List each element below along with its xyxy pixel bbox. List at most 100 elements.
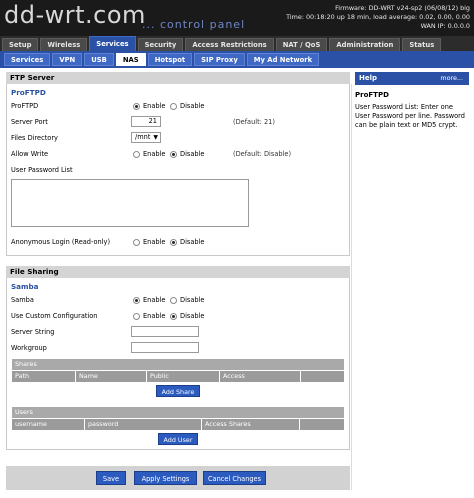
- shares-col-name: Name: [76, 371, 146, 382]
- disable-label: Disable: [180, 296, 205, 304]
- file-sharing-section-title: File Sharing: [6, 266, 350, 278]
- add-user-wrap: Add User: [12, 433, 344, 445]
- shares-col-public: Public: [147, 371, 219, 382]
- samba-disable-radio[interactable]: Disable: [170, 296, 204, 304]
- anonymous-login-row: Anonymous Login (Read-only) Enable Disab…: [7, 235, 349, 251]
- workgroup-row: Workgroup: [7, 341, 349, 357]
- wan-ip: WAN IP: 0.0.0.0: [420, 22, 470, 30]
- ftp-fieldset: ProFTPD ProFTPD Enable Disable Server Po…: [6, 84, 350, 256]
- radio-unselected-icon: [170, 296, 177, 304]
- shares-col-path: Path: [12, 371, 75, 382]
- tab-status[interactable]: Status: [402, 38, 442, 51]
- radio-selected-icon: [170, 150, 177, 158]
- cancel-changes-button[interactable]: Cancel Changes: [203, 471, 266, 485]
- allow-write-enable-radio[interactable]: Enable: [133, 150, 165, 158]
- subtab-my-ad-network[interactable]: My Ad Network: [246, 53, 320, 66]
- radio-unselected-icon: [133, 238, 140, 246]
- custom-config-label: Use Custom Configuration: [11, 312, 98, 320]
- header: dd-wrt.com ... control panel Firmware: D…: [0, 0, 474, 36]
- apply-settings-button[interactable]: Apply Settings: [134, 471, 197, 485]
- samba-label: Samba: [11, 296, 34, 304]
- tab-nat-qos[interactable]: NAT / QoS: [275, 38, 328, 51]
- proftpd-disable-radio[interactable]: Disable: [170, 102, 204, 110]
- help-more-link[interactable]: more...: [440, 72, 463, 85]
- shares-header: Shares: [12, 359, 344, 370]
- shares-column-headers: Path Name Public Access: [12, 371, 344, 382]
- workgroup-input[interactable]: [131, 342, 199, 353]
- subtab-vpn[interactable]: VPN: [52, 53, 83, 66]
- footer-bar: Save Apply Settings Cancel Changes: [6, 466, 350, 490]
- tab-wireless[interactable]: Wireless: [40, 38, 88, 51]
- samba-enable-radio[interactable]: Enable: [133, 296, 165, 304]
- subtab-nas[interactable]: NAS: [115, 53, 146, 66]
- server-string-label: Server String: [11, 328, 55, 336]
- logo-subtitle: ... control panel: [142, 18, 246, 31]
- users-column-headers: username password Access Shares: [12, 419, 344, 430]
- main-tab-bar: Setup Wireless Services Security Access …: [0, 36, 474, 51]
- server-string-row: Server String: [7, 325, 349, 341]
- save-button[interactable]: Save: [96, 471, 126, 485]
- anonymous-enable-radio[interactable]: Enable: [133, 238, 165, 246]
- user-password-textarea[interactable]: [11, 179, 249, 227]
- tab-access-restrictions[interactable]: Access Restrictions: [185, 38, 274, 51]
- add-share-wrap: Add Share: [12, 385, 344, 397]
- shares-table: Shares Path Name Public Access Add Share: [12, 359, 344, 397]
- subtab-sip-proxy[interactable]: SIP Proxy: [194, 53, 245, 66]
- help-section-title: ProFTPD: [355, 91, 389, 99]
- help-divider: [351, 84, 352, 490]
- shares-col-actions: [301, 371, 344, 382]
- radio-selected-icon: [133, 102, 140, 110]
- tab-services[interactable]: Services: [89, 36, 136, 51]
- help-title: Help: [359, 74, 378, 82]
- users-header: Users: [12, 407, 344, 418]
- radio-unselected-icon: [133, 150, 140, 158]
- add-user-button[interactable]: Add User: [157, 433, 199, 445]
- tab-security[interactable]: Security: [137, 38, 184, 51]
- shares-col-access: Access: [220, 371, 300, 382]
- allow-write-default: (Default: Disable): [233, 150, 292, 158]
- enable-label: Enable: [143, 312, 166, 320]
- help-header: Help more...: [355, 72, 469, 85]
- allow-write-label: Allow Write: [11, 150, 49, 158]
- router-info: Firmware: DD-WRT v24-sp2 (06/08/12) big …: [286, 4, 470, 31]
- anonymous-disable-radio[interactable]: Disable: [170, 238, 204, 246]
- main-content: FTP Server ProFTPD ProFTPD Enable Disabl…: [6, 72, 350, 450]
- radio-selected-icon: [170, 312, 177, 320]
- custom-config-row: Use Custom Configuration Enable Disable: [7, 309, 349, 325]
- files-directory-row: Files Directory /mnt ▼: [7, 131, 349, 147]
- help-panel: Help more... ProFTPD User Password List:…: [355, 72, 469, 130]
- tab-setup[interactable]: Setup: [2, 38, 39, 51]
- files-directory-select[interactable]: /mnt ▼: [131, 132, 161, 143]
- custom-config-enable-radio[interactable]: Enable: [133, 312, 165, 320]
- add-share-button[interactable]: Add Share: [155, 385, 201, 397]
- users-col-username: username: [12, 419, 84, 430]
- tab-administration[interactable]: Administration: [329, 38, 401, 51]
- ftp-section-title: FTP Server: [6, 72, 350, 84]
- anonymous-login-label: Anonymous Login (Read-only): [11, 238, 111, 246]
- radio-selected-icon: [133, 296, 140, 304]
- user-password-row: [7, 179, 349, 235]
- proftpd-label: ProFTPD: [11, 102, 39, 110]
- subtab-usb[interactable]: USB: [84, 53, 114, 66]
- samba-fieldset: Samba Samba Enable Disable Use Custom Co…: [6, 278, 350, 450]
- server-string-input[interactable]: [131, 326, 199, 337]
- user-password-label-row: User Password List: [7, 163, 349, 179]
- help-text: User Password List: Enter one User Passw…: [355, 103, 465, 129]
- server-port-input[interactable]: 21: [131, 116, 161, 127]
- proftpd-enable-radio[interactable]: Enable: [133, 102, 165, 110]
- disable-label: Disable: [180, 312, 205, 320]
- enable-label: Enable: [143, 238, 166, 246]
- radio-selected-icon: [170, 238, 177, 246]
- users-col-password: password: [85, 419, 201, 430]
- chevron-down-icon: ▼: [153, 134, 158, 141]
- subtab-hotspot[interactable]: Hotspot: [147, 53, 193, 66]
- files-directory-label: Files Directory: [11, 134, 58, 142]
- samba-legend: Samba: [11, 282, 39, 291]
- sub-tab-bar: Services VPN USB NAS Hotspot SIP Proxy M…: [0, 51, 474, 68]
- allow-write-disable-radio[interactable]: Disable: [170, 150, 204, 158]
- disable-label: Disable: [180, 238, 205, 246]
- subtab-services[interactable]: Services: [4, 53, 51, 66]
- workgroup-label: Workgroup: [11, 344, 47, 352]
- custom-config-disable-radio[interactable]: Disable: [170, 312, 204, 320]
